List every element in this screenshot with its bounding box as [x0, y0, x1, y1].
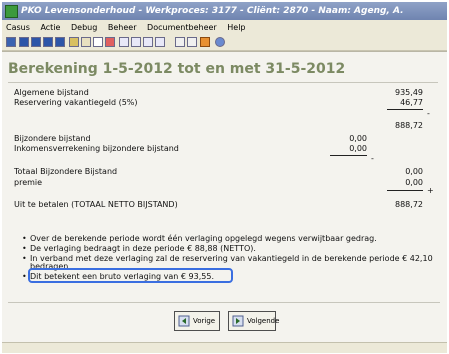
total-rule	[387, 190, 423, 191]
inkomens-label: Inkomensverrekening bijzondere bijstand	[14, 144, 179, 153]
report-icon[interactable]	[131, 37, 141, 47]
prev-arrow-icon	[178, 315, 190, 327]
last-icon[interactable]	[55, 37, 65, 47]
prev-button[interactable]: Vorige	[174, 311, 220, 331]
premie-value: 0,00	[405, 178, 423, 187]
note-item: Over de berekende periode wordt één verl…	[22, 234, 377, 243]
reservering-label: Reservering vakantiegeld (5%)	[14, 98, 138, 107]
uit-value: 888,72	[395, 200, 423, 209]
menu-documentbeheer[interactable]: Documentbeheer	[147, 20, 217, 35]
delete-icon[interactable]	[105, 37, 115, 47]
next-button[interactable]: Volgende	[228, 311, 280, 331]
app-icon	[5, 5, 18, 18]
print-icon[interactable]	[143, 37, 153, 47]
note-item: De verlaging bedraagt in deze periode € …	[22, 244, 256, 253]
algemene-label: Algemene bijstand	[14, 88, 89, 97]
totaal-value: 0,00	[405, 167, 423, 176]
uit-label: Uit te betalen (TOTAAL NETTO BIJSTAND)	[14, 200, 178, 209]
menu-actie[interactable]: Actie	[40, 20, 60, 35]
window-title: PKO Levensonderhoud - Werkproces: 3177 -…	[21, 6, 404, 16]
inkomens-value: 0,00	[349, 144, 367, 153]
highlight-box	[28, 268, 233, 283]
properties-icon[interactable]	[187, 37, 197, 47]
minus-sign: -	[427, 109, 430, 118]
next-button-label: Volgende	[247, 317, 280, 325]
algemene-value: 935,49	[395, 88, 423, 97]
menu-debug[interactable]: Debug	[71, 20, 97, 35]
bijzondere-rule	[330, 155, 367, 156]
status-bar	[2, 342, 447, 353]
table-icon[interactable]	[175, 37, 185, 47]
nav-divider	[8, 302, 440, 303]
title-divider	[8, 82, 438, 83]
calculation-panel: Berekening 1-5-2012 tot en met 31-5-2012…	[2, 51, 447, 343]
edit-icon[interactable]	[81, 37, 91, 47]
page-title: Berekening 1-5-2012 tot en met 31-5-2012	[8, 61, 346, 77]
note-item: In verband met deze verlaging zal de res…	[22, 254, 433, 263]
minus-sign: -	[371, 154, 374, 163]
list-icon[interactable]	[119, 37, 129, 47]
active-icon[interactable]	[200, 37, 210, 47]
prev-button-label: Vorige	[193, 317, 216, 325]
totaal-label: Totaal Bijzondere Bijstand	[14, 167, 118, 176]
document-icon[interactable]	[69, 37, 79, 47]
menu-beheer[interactable]: Beheer	[108, 20, 137, 35]
toolbar	[2, 35, 447, 51]
subtotal-rule	[387, 109, 423, 110]
title-bar: PKO Levensonderhoud - Werkproces: 3177 -…	[2, 2, 447, 20]
bijzondere-value: 0,00	[349, 134, 367, 143]
next-icon[interactable]	[43, 37, 53, 47]
bijzondere-label: Bijzondere bijstand	[14, 134, 91, 143]
prev-icon[interactable]	[31, 37, 41, 47]
menu-casus[interactable]: Casus	[6, 20, 30, 35]
calc-icon[interactable]	[155, 37, 165, 47]
new-icon[interactable]	[93, 37, 103, 47]
plus-sign: +	[427, 186, 434, 195]
subtotal-value: 888,72	[395, 121, 423, 130]
application-window: PKO Levensonderhoud - Werkproces: 3177 -…	[0, 0, 449, 354]
next-arrow-icon	[232, 315, 244, 327]
menu-bar: Casus Actie Debug Beheer Documentbeheer …	[2, 20, 447, 35]
help-icon[interactable]	[215, 37, 225, 47]
menu-help[interactable]: Help	[227, 20, 245, 35]
first-icon[interactable]	[19, 37, 29, 47]
save-icon[interactable]	[6, 37, 16, 47]
reservering-value: 46,77	[400, 98, 423, 107]
premie-label: premie	[14, 178, 43, 187]
